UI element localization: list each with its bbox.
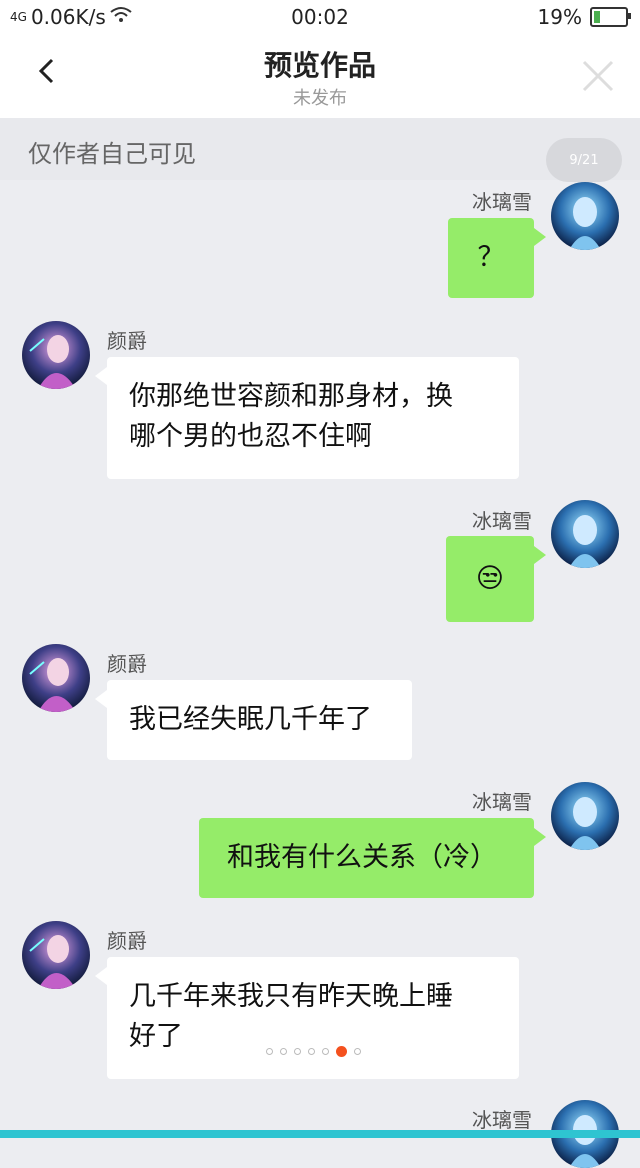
carousel-dot[interactable]	[308, 1048, 315, 1055]
nav-header: 预览作品 未发布	[0, 34, 640, 118]
avatar-yanjue[interactable]	[22, 321, 90, 389]
bubble-tail	[534, 828, 546, 846]
bubble-tail	[534, 228, 546, 246]
carousel-dots	[266, 1046, 361, 1057]
message-bubble[interactable]: 我已经失眠几千年了	[107, 680, 412, 760]
battery-percent: 19%	[537, 5, 582, 29]
avatar-bingli[interactable]	[551, 182, 619, 250]
message-line: 我已经失眠几千年了	[129, 704, 372, 735]
message-bubble[interactable]: 😒	[446, 536, 534, 622]
avatar-yanjue[interactable]	[22, 644, 90, 712]
sender-name: 冰璃雪	[472, 509, 532, 533]
carousel-dot[interactable]	[294, 1048, 301, 1055]
battery-icon	[590, 7, 631, 27]
sender-name: 颜爵	[107, 329, 147, 353]
bubble-tail	[534, 546, 546, 564]
close-button[interactable]	[580, 58, 616, 94]
message-bubble[interactable]: ？	[448, 218, 534, 298]
avatar-bingli[interactable]	[551, 500, 619, 568]
carousel-dot[interactable]	[266, 1048, 273, 1055]
sender-name: 冰璃雪	[472, 1108, 532, 1132]
message-line: 哪个男的也忍不住啊	[129, 421, 372, 452]
bottom-accent-bar	[0, 1130, 640, 1138]
message-line: 好了	[129, 1021, 183, 1052]
sender-name: 颜爵	[107, 929, 147, 953]
carousel-dot-active[interactable]	[336, 1046, 347, 1057]
status-right: 19%	[537, 5, 631, 29]
sender-name: 冰璃雪	[472, 190, 532, 214]
page-indicator: 9/21	[546, 138, 622, 182]
page-subtitle: 未发布	[293, 88, 347, 109]
carousel-dot[interactable]	[354, 1048, 361, 1055]
avatar-yanjue[interactable]	[22, 921, 90, 989]
message-line: 你那绝世容颜和那身材，换	[129, 381, 453, 412]
message-bubble[interactable]: 你那绝世容颜和那身材，换 哪个男的也忍不住啊	[107, 357, 519, 479]
status-bar: 4G 0.06K/s 00:02 19%	[0, 0, 640, 34]
message-line: 几千年来我只有昨天晚上睡	[129, 981, 453, 1012]
bubble-tail	[95, 367, 107, 385]
carousel-dot[interactable]	[280, 1048, 287, 1055]
bubble-tail	[95, 690, 107, 708]
message-line: 和我有什么关系（冷）	[227, 842, 497, 873]
message-bubble[interactable]: 和我有什么关系（冷）	[199, 818, 534, 898]
message-bubble[interactable]: 几千年来我只有昨天晚上睡 好了	[107, 957, 519, 1079]
carousel-dot[interactable]	[322, 1048, 329, 1055]
page-title: 预览作品	[263, 49, 376, 82]
visibility-notice: 仅作者自己可见	[0, 118, 640, 180]
bubble-tail	[95, 967, 107, 985]
sender-name: 冰璃雪	[472, 790, 532, 814]
avatar-bingli[interactable]	[551, 782, 619, 850]
sender-name: 颜爵	[107, 652, 147, 676]
notice-text: 仅作者自己可见	[28, 140, 196, 168]
close-icon	[582, 60, 614, 92]
